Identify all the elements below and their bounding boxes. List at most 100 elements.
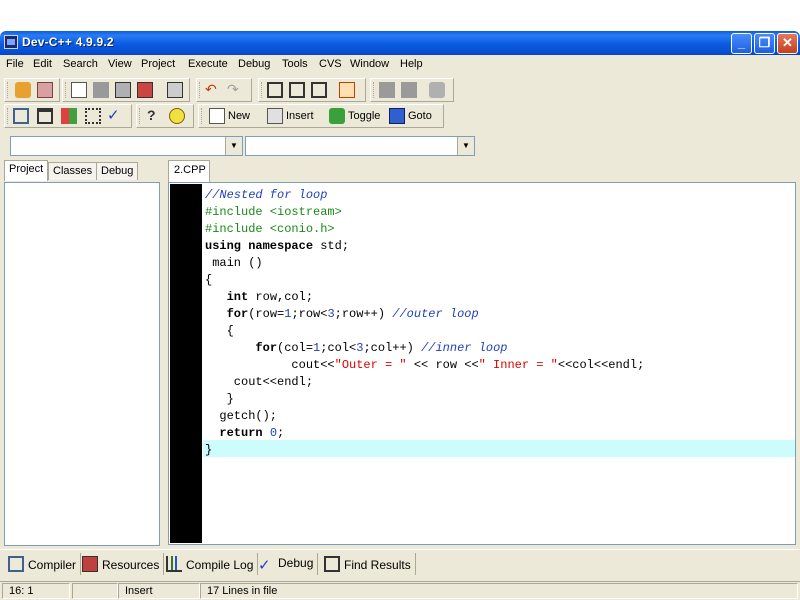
modified-indicator xyxy=(72,583,118,599)
toolbar-grip[interactable] xyxy=(7,82,11,98)
toolbar-search xyxy=(258,78,366,102)
app-icon[interactable] xyxy=(4,35,18,49)
new-file-icon[interactable] xyxy=(71,82,87,98)
insert-mode: Insert xyxy=(118,583,200,599)
toolbar-help: ? xyxy=(136,104,194,128)
compiler-icon xyxy=(8,556,24,572)
resources-icon xyxy=(82,556,98,572)
menu-search[interactable]: Search xyxy=(63,58,98,70)
window-icon[interactable] xyxy=(37,108,53,124)
window-title: Dev-C++ 4.9.9.2 xyxy=(22,35,114,49)
find-icon xyxy=(324,556,340,572)
insert-button[interactable]: Insert xyxy=(286,110,314,122)
help-icon[interactable]: ? xyxy=(147,107,163,123)
save-all-icon[interactable] xyxy=(115,82,131,98)
redo-icon[interactable]: ↷ xyxy=(227,81,243,97)
restore-button[interactable]: ❐ xyxy=(754,33,775,54)
minimize-button[interactable]: _ xyxy=(731,33,752,54)
project-tree[interactable] xyxy=(4,182,160,546)
menu-view[interactable]: View xyxy=(108,58,132,70)
code-line: main () xyxy=(205,256,263,270)
open-icon[interactable] xyxy=(93,82,109,98)
code-line: getch(); xyxy=(205,409,278,423)
new-button[interactable]: New xyxy=(228,110,250,122)
toolbar-grip[interactable] xyxy=(373,82,377,98)
project-icon[interactable] xyxy=(15,82,31,98)
tab-compiler[interactable]: Compiler xyxy=(6,553,82,575)
replace-icon[interactable] xyxy=(289,82,305,98)
run-icon[interactable] xyxy=(401,82,417,98)
menu-tools[interactable]: Tools xyxy=(282,58,308,70)
chart-icon xyxy=(166,556,182,572)
toggle-bookmark-icon[interactable] xyxy=(329,108,345,124)
code-line: int row,col; xyxy=(226,290,314,304)
grid-icon[interactable] xyxy=(85,108,101,124)
toggle-button[interactable]: Toggle xyxy=(348,110,380,122)
code-line: } xyxy=(205,392,234,406)
toolbar-grip[interactable] xyxy=(261,82,265,98)
code-line: for(col=1;col<3;col++) //inner loop xyxy=(255,341,508,355)
tab-label: Debug xyxy=(278,556,314,570)
close-button[interactable]: ✕ xyxy=(777,33,798,54)
about-icon[interactable] xyxy=(169,108,185,124)
insert-icon[interactable] xyxy=(267,108,283,124)
toolbar-file xyxy=(62,78,190,102)
code-line: return 0; xyxy=(219,426,285,440)
tab-find-results[interactable]: Find Results xyxy=(322,553,416,575)
class-icon[interactable] xyxy=(37,82,53,98)
tab-label: Compile Log xyxy=(186,558,254,572)
tab-label: Resources xyxy=(102,558,160,572)
code-line: #include <iostream> xyxy=(205,205,342,219)
goto-bookmark-icon[interactable] xyxy=(389,108,405,124)
tab-project[interactable]: Project xyxy=(4,160,49,181)
print-icon[interactable] xyxy=(167,82,183,98)
menu-execute[interactable]: Execute xyxy=(188,58,228,70)
tab-debug[interactable]: Debug xyxy=(96,162,139,180)
tiles-icon[interactable] xyxy=(13,108,29,124)
tab-classes[interactable]: Classes xyxy=(48,162,98,180)
menu-file[interactable]: File xyxy=(6,58,24,70)
code-line: } xyxy=(205,443,213,457)
undo-icon[interactable]: ↶ xyxy=(205,81,221,97)
find-icon[interactable] xyxy=(267,82,283,98)
gutter[interactable] xyxy=(170,184,202,543)
tab-resources[interactable]: Resources xyxy=(80,553,165,575)
menu-cvs[interactable]: CVS xyxy=(319,58,342,70)
toolbar-grip[interactable] xyxy=(199,82,203,98)
goto-button[interactable]: Goto xyxy=(408,110,432,122)
goto-line-icon[interactable] xyxy=(339,82,355,98)
tab-debug-output[interactable]: ✓ Debug xyxy=(256,553,319,575)
menu-help[interactable]: Help xyxy=(400,58,423,70)
compile-icon[interactable] xyxy=(379,82,395,98)
menu-edit[interactable]: Edit xyxy=(33,58,52,70)
colors-icon[interactable] xyxy=(61,108,77,124)
member-combo[interactable]: ▼ xyxy=(245,136,475,156)
toolbar-grip[interactable] xyxy=(7,108,11,124)
toolbar-compile xyxy=(370,78,454,102)
new-icon[interactable] xyxy=(209,108,225,124)
toolbar-options: ✓ xyxy=(4,104,132,128)
chevron-down-icon[interactable]: ▼ xyxy=(457,137,474,155)
current-line-highlight xyxy=(203,440,795,457)
close-file-icon[interactable] xyxy=(137,82,153,98)
menu-debug[interactable]: Debug xyxy=(238,58,270,70)
find-next-icon[interactable] xyxy=(311,82,327,98)
cursor-position: 16: 1 xyxy=(2,583,70,599)
tab-compile-log[interactable]: Compile Log xyxy=(164,553,259,575)
menu-project[interactable]: Project xyxy=(141,58,175,70)
menu-window[interactable]: Window xyxy=(350,58,389,70)
title-bar[interactable]: Dev-C++ 4.9.9.2 _ ❐ ✕ xyxy=(0,31,800,55)
toolbar-grip[interactable] xyxy=(65,82,69,98)
tab-label: Compiler xyxy=(28,558,77,572)
toolbar-edit: ↶ ↷ xyxy=(196,78,252,102)
class-combo[interactable]: ▼ xyxy=(10,136,243,156)
chevron-down-icon[interactable]: ▼ xyxy=(225,137,242,155)
code-line: //Nested for loop xyxy=(205,188,328,202)
check-icon[interactable]: ✓ xyxy=(107,106,123,124)
check-icon: ✓ xyxy=(258,557,271,574)
toolbar-grip[interactable] xyxy=(201,108,205,124)
tab-file[interactable]: 2.CPP xyxy=(168,160,210,182)
code-line: #include <conio.h> xyxy=(205,222,335,236)
toolbar-grip[interactable] xyxy=(139,108,143,124)
rebuild-icon[interactable] xyxy=(429,82,445,98)
